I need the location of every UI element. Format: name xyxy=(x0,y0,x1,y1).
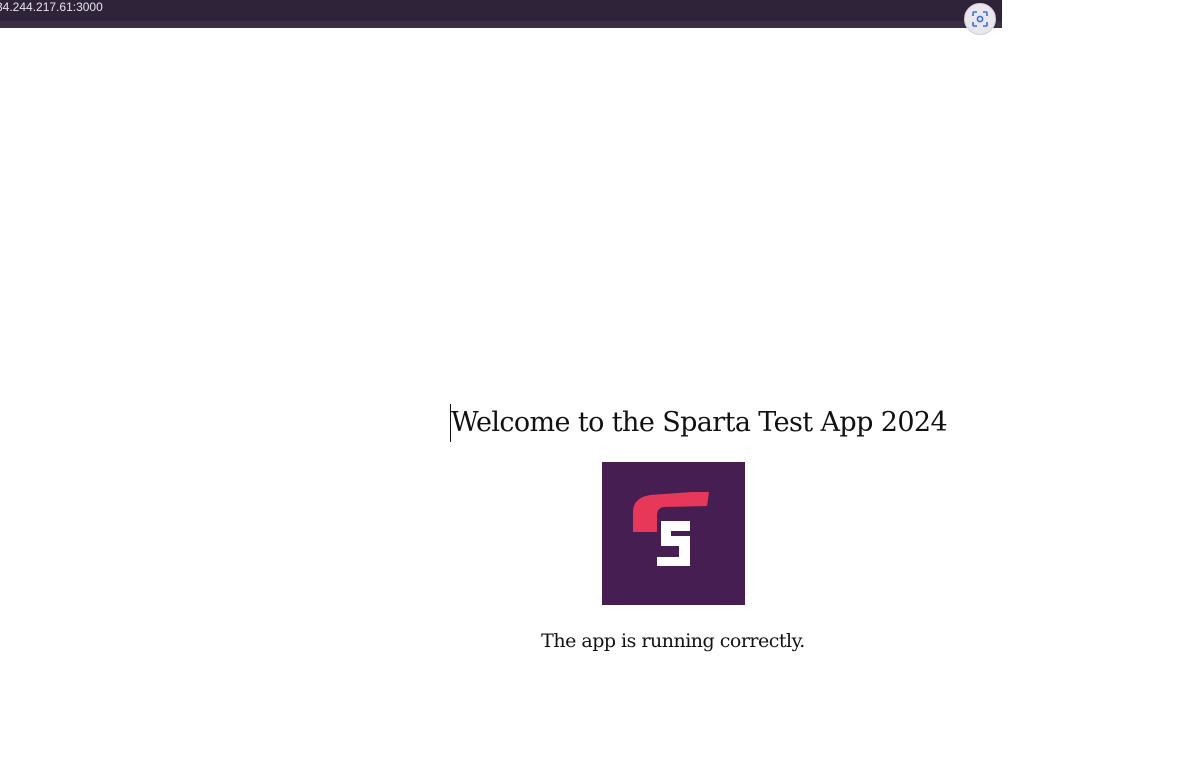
sparta-s-logo-icon xyxy=(633,492,709,566)
browser-bar-strip xyxy=(0,21,1002,28)
lens-scan-icon xyxy=(972,11,988,27)
address-url[interactable]: 34.244.217.61:3000 xyxy=(0,0,103,14)
lens-scan-button[interactable] xyxy=(964,3,996,35)
main-content: Welcome to the Sparta Test App 2024 The … xyxy=(450,404,948,652)
status-message: The app is running correctly. xyxy=(541,630,805,652)
sparta-logo xyxy=(602,462,745,605)
browser-top-bar: 34.244.217.61:3000 xyxy=(0,0,1002,28)
page-title: Welcome to the Sparta Test App 2024 xyxy=(450,404,948,442)
